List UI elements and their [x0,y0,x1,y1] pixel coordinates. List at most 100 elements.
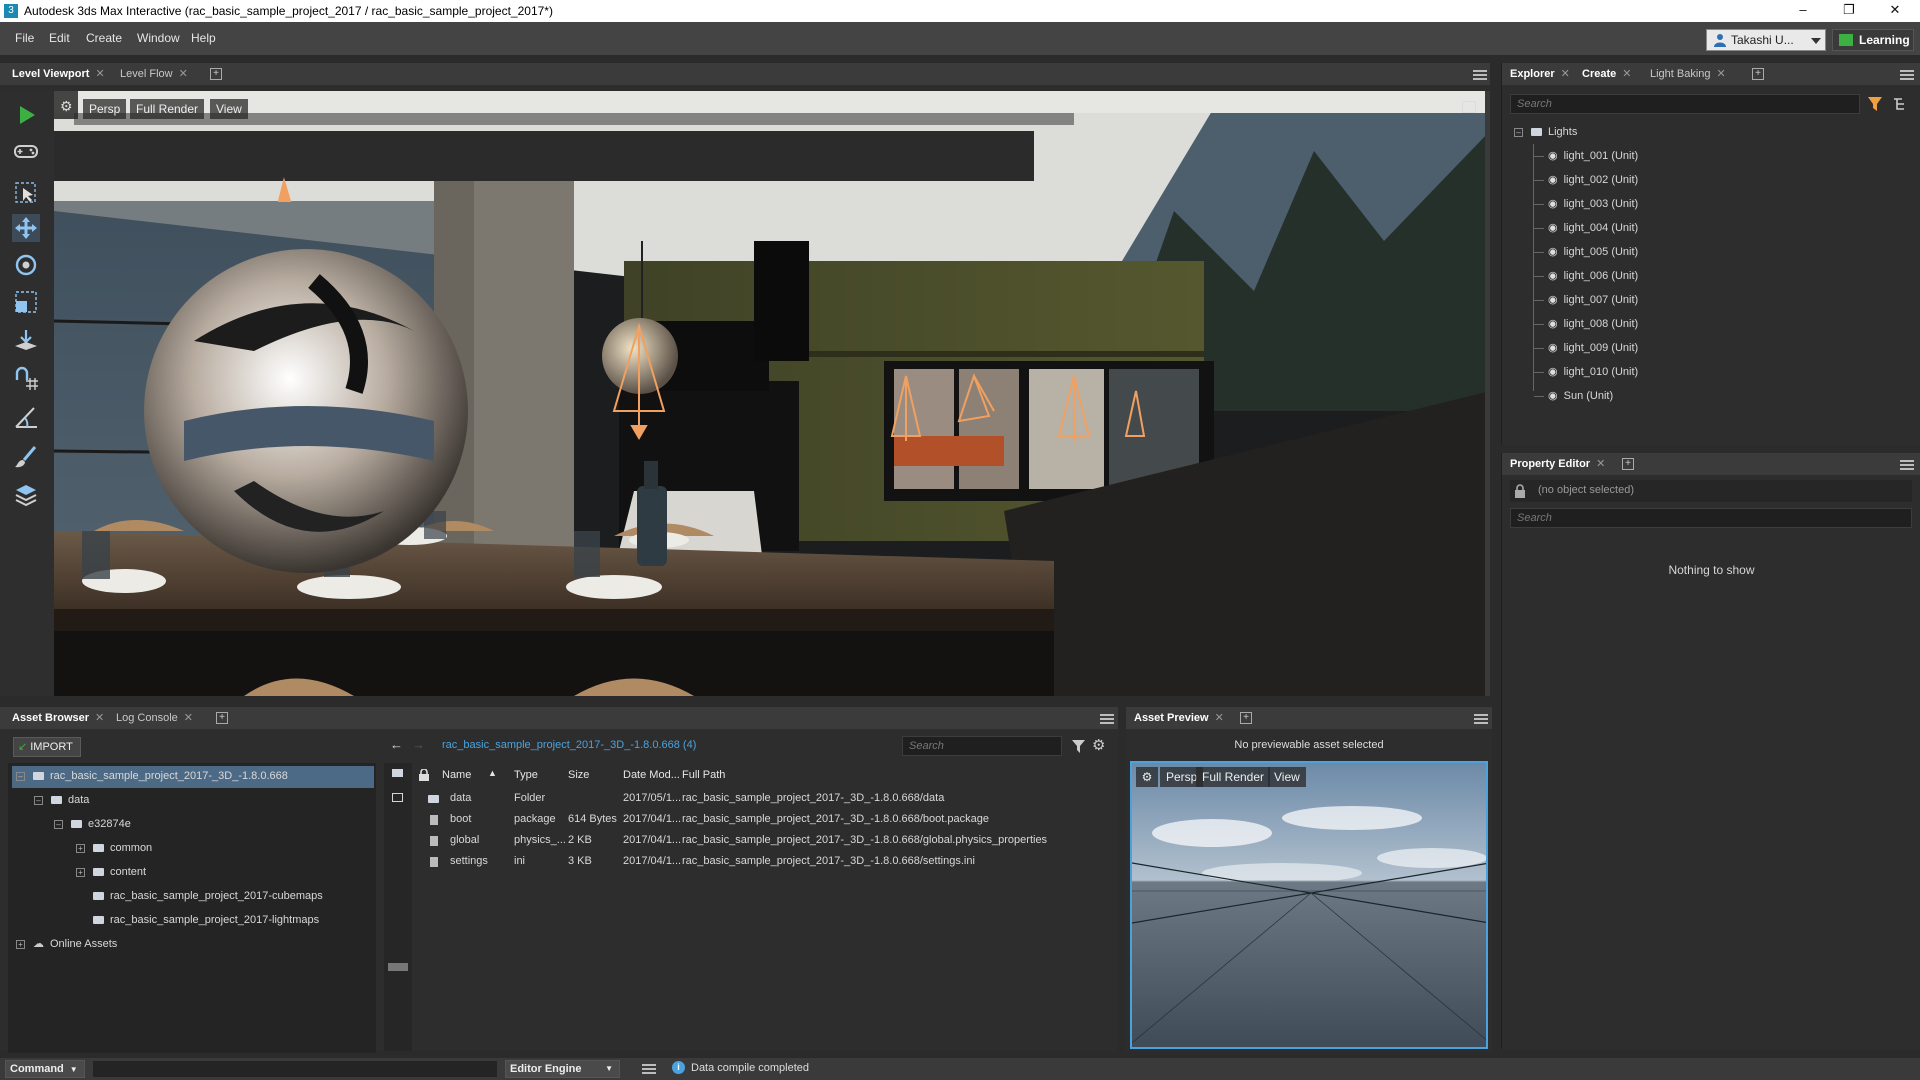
panel-menu-icon[interactable] [1100,714,1114,724]
panel-menu-icon[interactable] [1900,70,1914,80]
close-tab-icon[interactable]: ✕ [1622,68,1631,80]
tree-row-cubemaps[interactable]: rac_basic_sample_project_2017-cubemaps [93,886,323,907]
tree-row-online-assets[interactable]: + ☁ Online Assets [16,934,117,955]
file-row[interactable]: global physics_... 2 KB 2017/04/1... rac… [424,830,1104,851]
tree-row-data[interactable]: – data [34,790,89,811]
learning-button[interactable]: Learning [1832,29,1914,51]
add-tab-icon[interactable]: + [210,68,222,80]
maximize-viewport-icon[interactable] [1462,101,1476,113]
panel-menu-icon[interactable] [1473,70,1487,80]
tree-item-light[interactable]: ◉ light_004 (Unit) [1534,216,1904,240]
tab-level-flow[interactable]: Level Flow ✕ [114,63,194,85]
file-row[interactable]: settings ini 3 KB 2017/04/1... rac_basic… [424,851,1104,872]
tab-asset-preview[interactable]: Asset Preview ✕ [1128,707,1230,729]
explorer-search-input[interactable]: Search [1510,94,1860,114]
minimize-button[interactable]: – [1780,0,1826,22]
asset-search-input[interactable]: Search [902,736,1062,756]
tree-item-light[interactable]: ◉ light_009 (Unit) [1534,336,1904,360]
menu-window[interactable]: Window [137,31,180,45]
select-icon[interactable] [12,179,40,207]
tree-row-lightmaps[interactable]: rac_basic_sample_project_2017-lightmaps [93,910,319,931]
collapse-icon[interactable]: – [16,771,25,781]
preview-full-render-button[interactable]: Full Render [1196,767,1271,787]
add-tab-icon[interactable]: + [1622,458,1634,470]
column-header-type[interactable]: Type [514,769,538,781]
lock-icon[interactable] [1514,484,1526,498]
close-tab-icon[interactable]: ✕ [1717,68,1726,80]
layers-icon[interactable] [12,481,40,509]
camera-persp-button[interactable]: Persp [83,99,127,119]
gamepad-icon[interactable] [12,137,40,165]
close-tab-icon[interactable]: ✕ [1596,458,1605,470]
tab-create[interactable]: Create ✕ [1576,63,1637,85]
tab-light-baking[interactable]: Light Baking ✕ [1644,63,1732,85]
gear-icon[interactable]: ⚙ [1092,736,1105,754]
view-button[interactable]: View [210,99,248,119]
tree-row-content[interactable]: + content [76,862,146,883]
tree-item-light[interactable]: ◉ light_001 (Unit) [1534,144,1904,168]
column-header-name[interactable]: Name [442,769,471,781]
full-render-button[interactable]: Full Render [130,99,205,119]
paint-brush-icon[interactable] [12,443,40,471]
tree-row-project-root[interactable]: – rac_basic_sample_project_2017-_3D_-1.8.… [12,766,374,788]
command-dropdown[interactable]: Command ▼ [5,1060,85,1078]
folder-view-icon[interactable] [392,769,403,777]
tree-item-light[interactable]: ◉ light_008 (Unit) [1534,312,1904,336]
close-tab-icon[interactable]: ✕ [1561,68,1570,80]
collapse-icon[interactable]: – [1514,127,1523,137]
menu-edit[interactable]: Edit [49,31,70,45]
tree-row-e32874e[interactable]: – e32874e [54,814,131,835]
column-header-path[interactable]: Full Path [682,769,725,781]
tree-row-common[interactable]: + common [76,838,152,859]
file-row[interactable]: data Folder 2017/05/1... rac_basic_sampl… [424,788,1104,809]
property-search-input[interactable]: Search [1510,508,1912,528]
import-button[interactable]: ↙ IMPORT [13,737,81,757]
rotate-icon[interactable] [12,251,40,279]
tree-item-light[interactable]: ◉ light_007 (Unit) [1534,288,1904,312]
close-button[interactable]: ✕ [1872,0,1918,22]
column-header-date[interactable]: Date Mod... [623,769,680,781]
filter-icon[interactable] [1868,97,1882,111]
add-tab-icon[interactable]: + [216,712,228,724]
command-input[interactable] [92,1060,498,1078]
scale-icon[interactable] [12,288,40,316]
preview-settings-button[interactable]: ⚙ [1136,767,1158,787]
column-header-size[interactable]: Size [568,769,589,781]
user-account-dropdown[interactable]: Takashi U... [1706,29,1826,51]
tab-asset-browser[interactable]: Asset Browser ✕ [6,707,110,729]
tab-explorer[interactable]: Explorer ✕ [1504,63,1576,85]
add-tab-icon[interactable]: + [1240,712,1252,724]
menu-create[interactable]: Create [86,31,122,45]
move-icon[interactable] [12,214,40,242]
lock-icon[interactable] [419,769,429,781]
snap-to-ground-icon[interactable] [12,326,40,354]
close-tab-icon[interactable]: ✕ [95,712,104,724]
back-arrow-icon[interactable]: ← [390,737,403,752]
close-tab-icon[interactable]: ✕ [184,712,193,724]
viewport-settings-button[interactable]: ⚙ [54,91,78,119]
preview-viewport[interactable]: ⚙ Persp Full Render View [1130,761,1488,1049]
expand-icon[interactable]: + [76,843,85,853]
tree-item-lights[interactable]: – Lights [1514,120,1577,144]
file-row[interactable]: boot package 614 Bytes 2017/04/1... rac_… [424,809,1104,830]
expand-icon[interactable]: + [76,867,85,877]
tab-log-console[interactable]: Log Console ✕ [110,707,199,729]
asset-breadcrumb[interactable]: rac_basic_sample_project_2017-_3D_-1.8.0… [442,739,696,751]
log-list-icon[interactable] [642,1064,656,1074]
tree-item-light[interactable]: ◉ light_005 (Unit) [1534,240,1904,264]
tree-item-light[interactable]: ◉ light_010 (Unit) [1534,360,1904,384]
filter-icon[interactable] [1072,740,1085,753]
add-tab-icon[interactable]: + [1752,68,1764,80]
level-viewport[interactable]: ⚙ Persp Full Render View [54,91,1490,696]
panel-menu-icon[interactable] [1474,714,1488,724]
close-tab-icon[interactable]: ✕ [1215,712,1224,724]
forward-arrow-icon[interactable]: → [412,737,425,752]
close-tab-icon[interactable]: ✕ [95,68,104,80]
snap-grid-icon[interactable] [12,365,40,393]
menu-help[interactable]: Help [191,31,216,45]
expand-icon[interactable]: + [16,939,25,949]
restore-button[interactable]: ❐ [1826,0,1872,22]
collapse-icon[interactable]: – [54,819,63,829]
close-tab-icon[interactable]: ✕ [179,68,188,80]
tree-item-light[interactable]: ◉ light_003 (Unit) [1534,192,1904,216]
